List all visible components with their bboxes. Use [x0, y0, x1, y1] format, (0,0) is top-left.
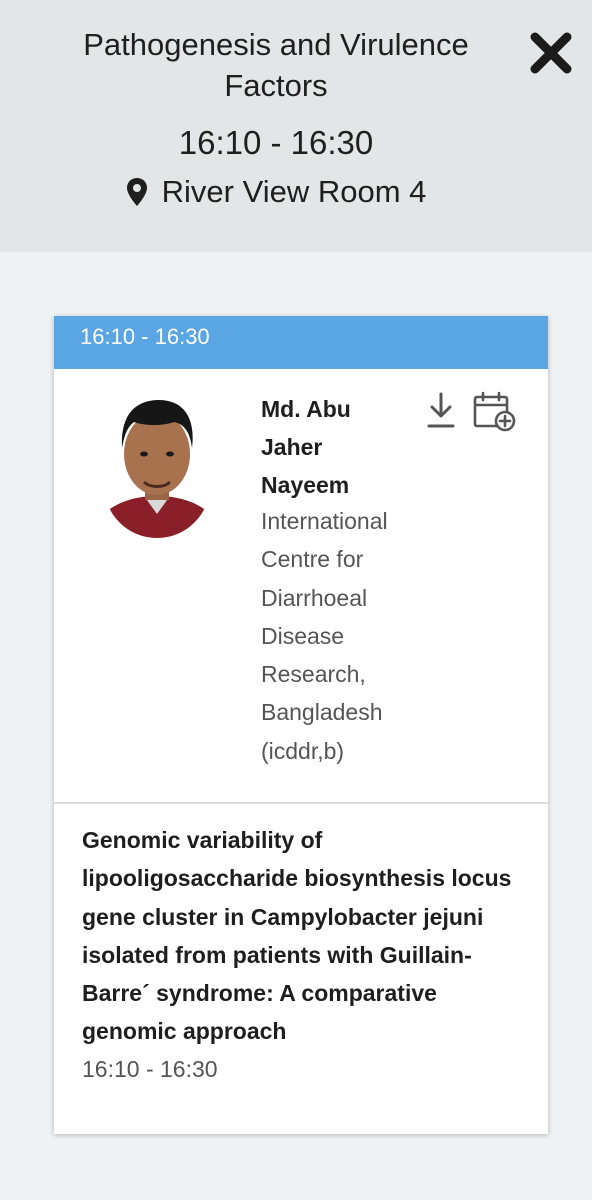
location-pin-icon [126, 178, 147, 206]
card-time-bar: 16:10 - 16:30 [54, 316, 548, 369]
talk-title[interactable]: Genomic variability of lipooligosacchari… [82, 821, 522, 1051]
speaker-organization: International Centre for Diarrhoeal Dise… [261, 508, 388, 764]
session-room: River View Room 4 [0, 174, 552, 215]
close-icon [530, 32, 572, 74]
card-divider [54, 802, 548, 804]
speaker-name[interactable]: Md. Abu Jaher Nayeem [261, 390, 411, 504]
talk-time: 16:10 - 16:30 [82, 1056, 218, 1082]
calendar-add-icon [473, 391, 516, 432]
download-button[interactable] [426, 392, 456, 430]
session-time: 16:10 - 16:30 [178, 124, 374, 161]
add-to-calendar-button[interactable] [472, 390, 516, 432]
session-title: Pathogenesis and Virulence Factors [83, 27, 469, 103]
presentation-card: 16:10 - 16:30 Md. Abu Jaher Nayeem Inter… [54, 316, 548, 1134]
room-label: River View Room 4 [161, 174, 427, 209]
download-icon [427, 392, 455, 428]
speaker-avatar [104, 386, 210, 538]
close-button[interactable] [526, 28, 576, 78]
session-header: Pathogenesis and Virulence Factors 16:10… [0, 0, 592, 252]
